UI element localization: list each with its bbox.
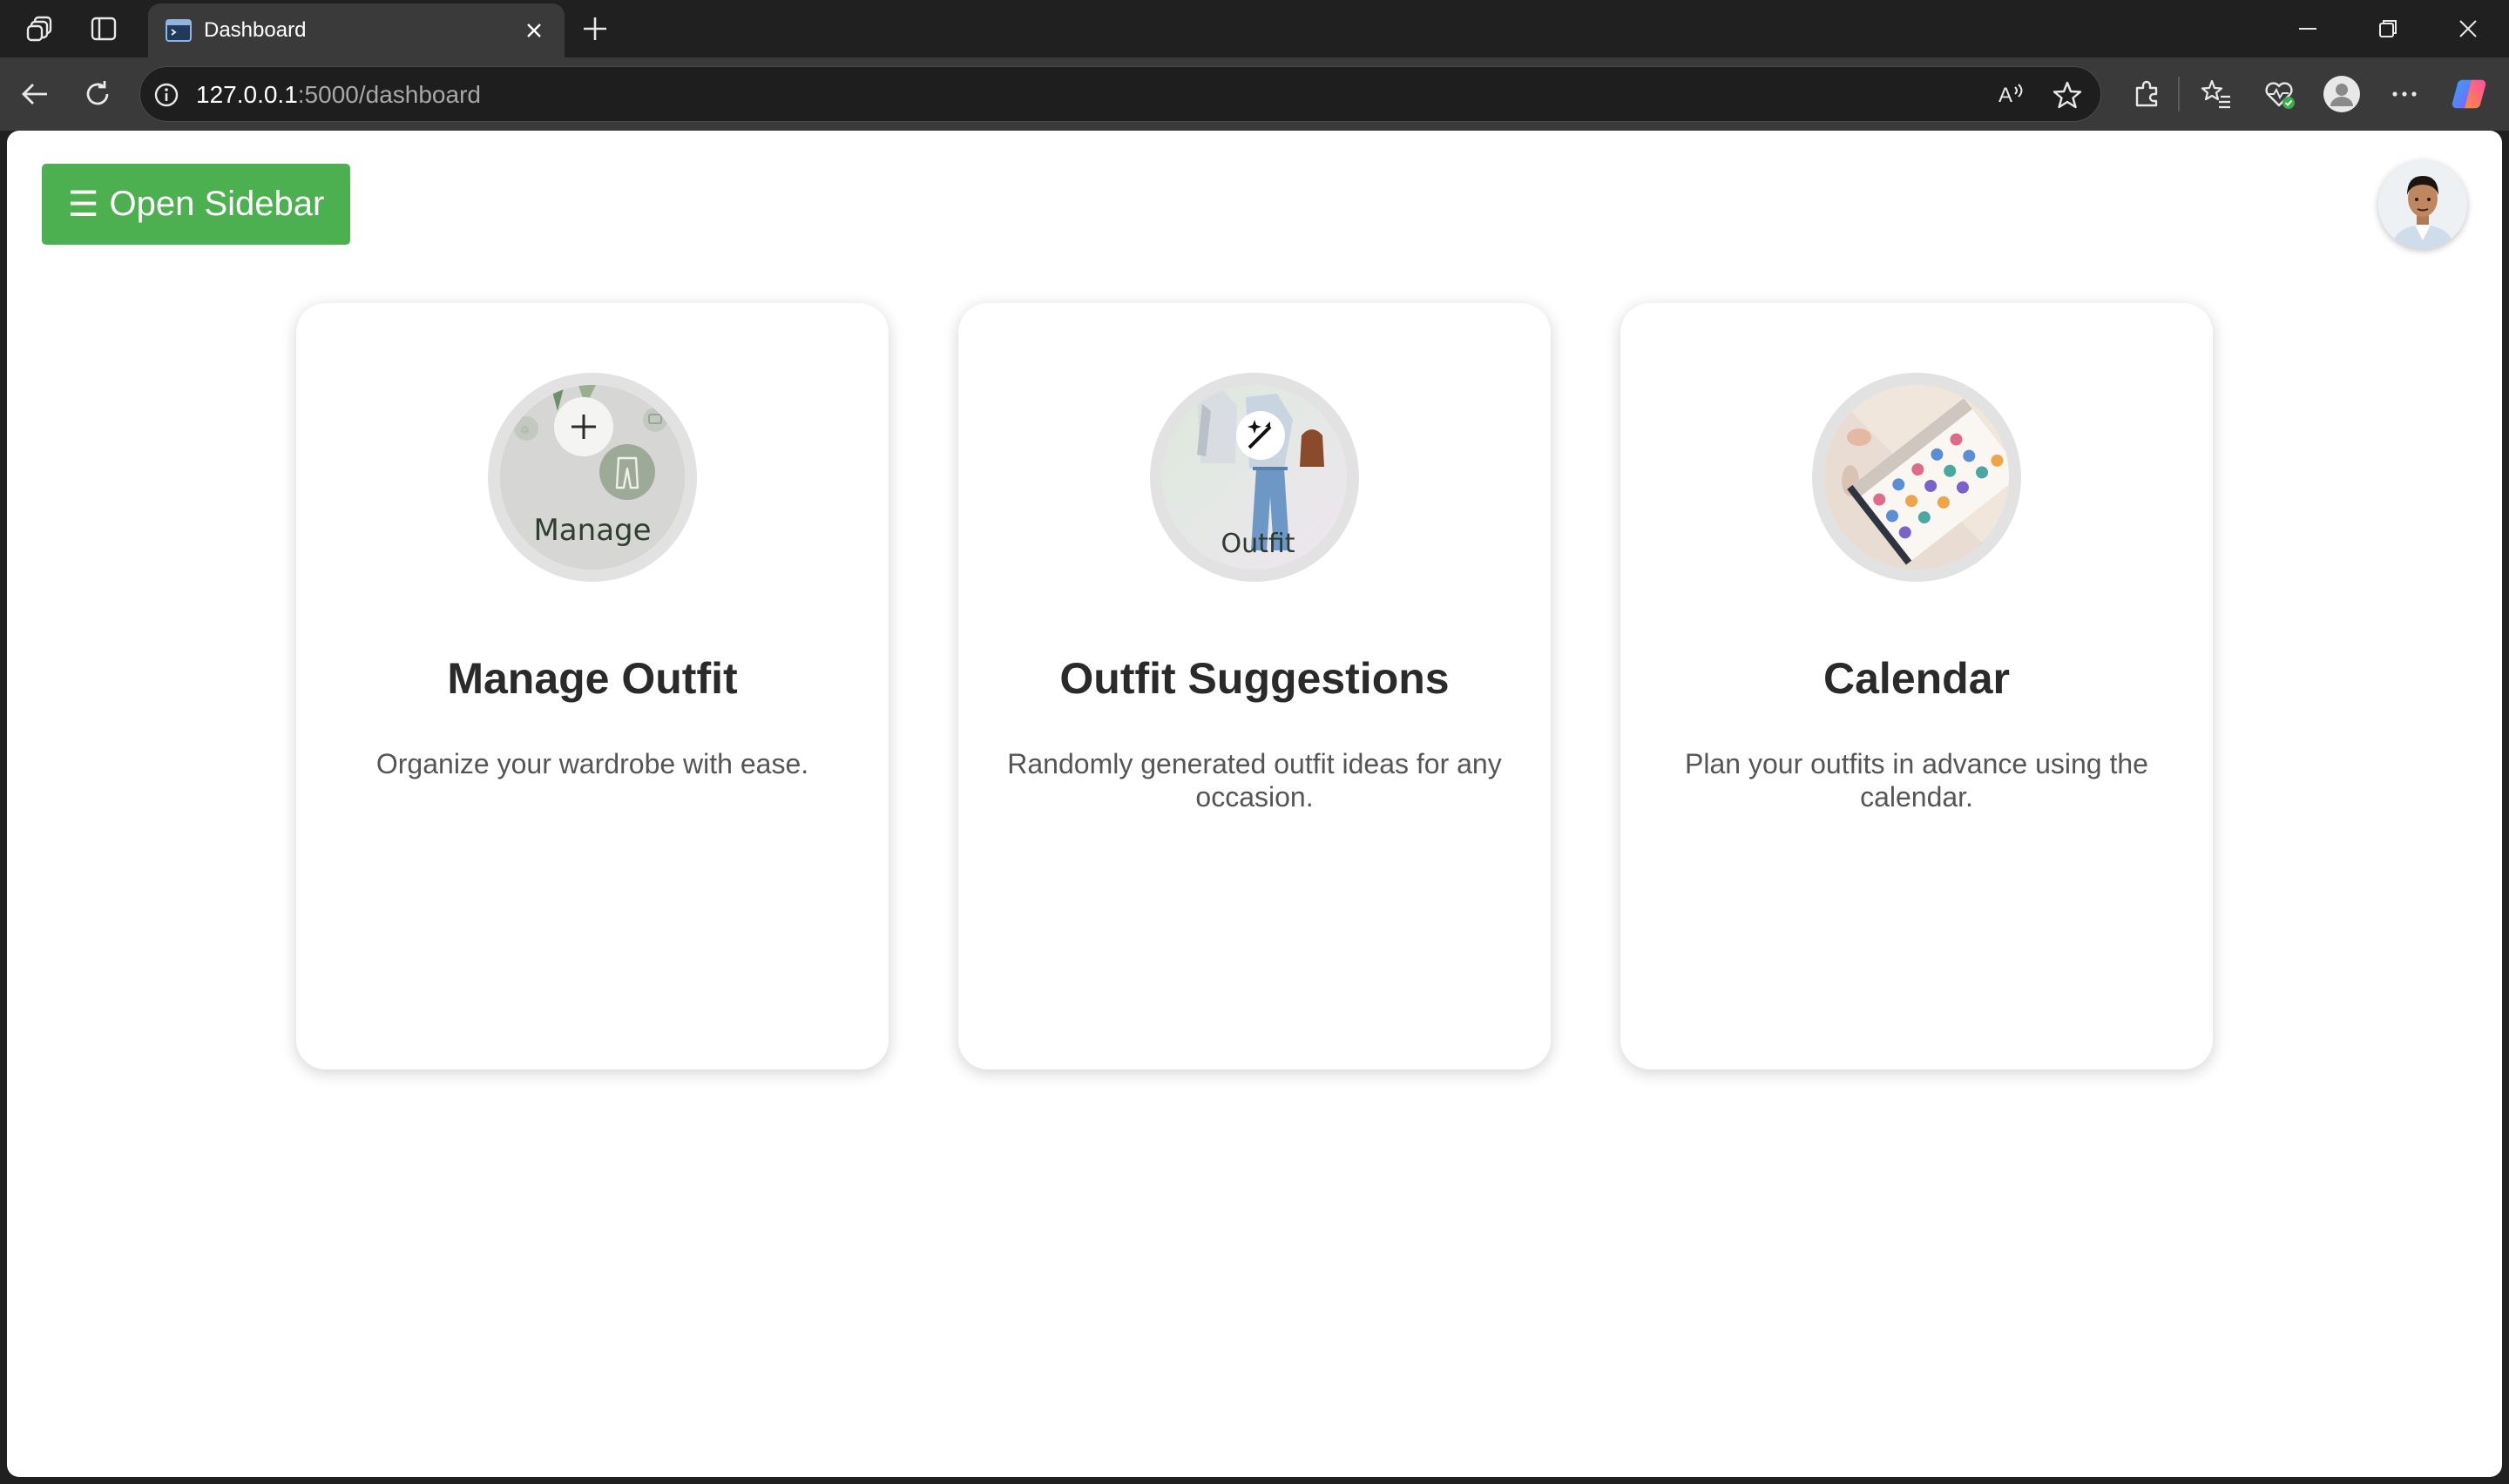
vertical-tabs-icon[interactable] bbox=[87, 12, 120, 45]
url-host: 127.0.0.1 bbox=[196, 81, 298, 108]
card-description: Organize your wardrobe with ease. bbox=[375, 748, 809, 779]
workspaces-icon[interactable] bbox=[24, 12, 57, 45]
tab-title: Dashboard bbox=[204, 18, 307, 42]
settings-more-button[interactable] bbox=[2385, 75, 2424, 113]
close-window-icon[interactable] bbox=[2452, 12, 2485, 45]
manage-outfit-card[interactable]: ♲ Manage Manage Outfit Organize your war… bbox=[296, 303, 889, 1069]
new-tab-icon[interactable] bbox=[578, 12, 612, 45]
svg-text:A: A bbox=[1998, 84, 2012, 107]
profile-button[interactable] bbox=[2323, 75, 2361, 113]
card-title: Calendar bbox=[1823, 654, 2010, 703]
restore-icon[interactable] bbox=[2371, 12, 2404, 45]
site-info-icon[interactable] bbox=[152, 81, 180, 109]
hamburger-icon: ☰ bbox=[67, 185, 99, 224]
back-arrow-icon bbox=[22, 84, 47, 105]
card-description: Plan your outfits in advance using the c… bbox=[1685, 748, 2148, 813]
minimize-icon[interactable] bbox=[2291, 12, 2324, 45]
outfit-suggestions-image: Outfit bbox=[1150, 373, 1359, 582]
svg-text:♲: ♲ bbox=[520, 424, 530, 436]
reload-button[interactable] bbox=[78, 75, 117, 113]
user-avatar[interactable] bbox=[2378, 160, 2467, 249]
more-dots-icon bbox=[2392, 91, 2417, 97]
favorite-star-icon[interactable] bbox=[2052, 79, 2083, 111]
extensions-button[interactable] bbox=[2127, 75, 2166, 113]
card-title: Manage Outfit bbox=[447, 654, 738, 703]
address-bar[interactable]: 127.0.0.1:5000/dashboard A bbox=[139, 66, 2101, 122]
user-photo bbox=[2378, 160, 2467, 249]
back-button[interactable] bbox=[16, 75, 54, 113]
url-path: :5000/dashboard bbox=[297, 81, 481, 108]
browser-titlebar: Dashboard bbox=[0, 0, 2509, 57]
card-title: Outfit Suggestions bbox=[1059, 654, 1450, 703]
manage-image-caption: Manage bbox=[533, 513, 651, 548]
url-text[interactable]: 127.0.0.1:5000/dashboard bbox=[196, 82, 481, 108]
card-description: Randomly generated outfit ideas for any … bbox=[1007, 748, 1502, 813]
open-sidebar-button[interactable]: ☰ Open Sidebar bbox=[42, 164, 350, 245]
open-sidebar-label: Open Sidebar bbox=[109, 185, 325, 223]
profile-avatar-icon bbox=[2323, 76, 2360, 112]
toolbar-separator bbox=[2178, 77, 2180, 111]
outfit-image-caption: Outfit bbox=[1221, 529, 1295, 559]
page-viewport: ☰ Open Sidebar ♲ Manage Manage Outfit Or… bbox=[7, 131, 2502, 1477]
copilot-button[interactable] bbox=[2450, 75, 2488, 113]
tab-dashboard[interactable]: Dashboard bbox=[148, 3, 565, 57]
manage-outfit-image: ♲ Manage bbox=[488, 373, 697, 582]
close-tab-icon[interactable] bbox=[521, 17, 547, 44]
calendar-image bbox=[1812, 373, 2021, 582]
outfit-suggestions-card[interactable]: Outfit Outfit Suggestions Randomly gener… bbox=[958, 303, 1551, 1069]
read-aloud-icon[interactable]: A bbox=[1996, 79, 2027, 111]
calendar-card[interactable]: Calendar Plan your outfits in advance us… bbox=[1620, 303, 2213, 1069]
favorites-button[interactable] bbox=[2197, 75, 2235, 113]
heart-pulse-icon bbox=[2265, 82, 2295, 109]
page-favicon-icon bbox=[166, 19, 192, 42]
favorites-list-icon bbox=[2201, 79, 2230, 109]
reload-icon bbox=[86, 81, 109, 105]
puzzle-icon bbox=[2135, 80, 2158, 107]
browser-toolbar: 127.0.0.1:5000/dashboard A bbox=[0, 57, 2509, 131]
browser-essentials-button[interactable] bbox=[2260, 75, 2298, 113]
copilot-icon bbox=[2452, 79, 2486, 109]
